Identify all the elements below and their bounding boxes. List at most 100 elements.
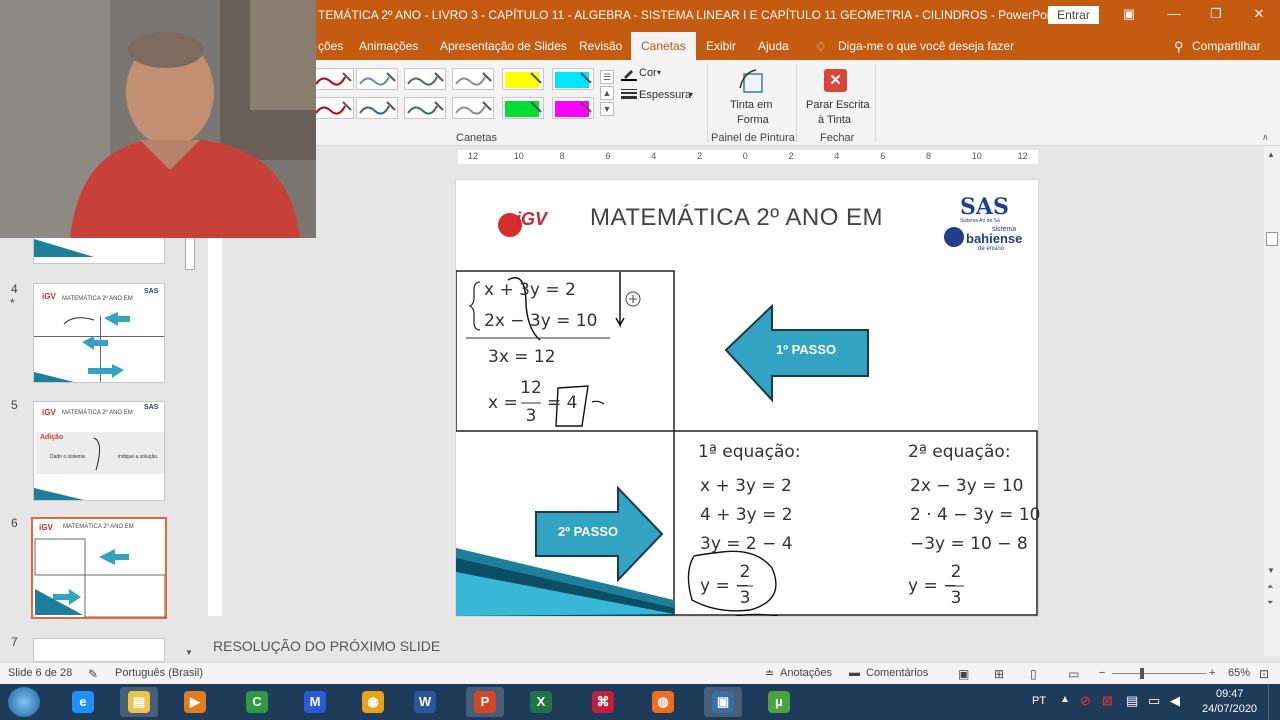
gallery-more-icon[interactable]: ☰ [600, 70, 614, 84]
pen-swatch[interactable] [452, 97, 494, 119]
maximize-icon[interactable]: ❐ [1208, 6, 1224, 22]
ink-to-shape-label-2[interactable]: Forma [737, 114, 769, 126]
camtasia-taskbar-icon[interactable]: C [238, 687, 276, 717]
editor-scrollbar[interactable]: ▲ ▼ ⏶ ⏷ [1264, 146, 1280, 656]
language-indicator[interactable]: Português (Brasil) [115, 667, 203, 679]
notes-icon[interactable]: ≐ [765, 667, 774, 680]
tab-insert[interactable]: ções [318, 39, 343, 53]
pen-swatch[interactable] [312, 68, 354, 90]
pen-swatch[interactable] [452, 68, 494, 90]
minimize-icon[interactable]: — [1166, 6, 1182, 22]
close-icon[interactable]: ✕ [1251, 6, 1267, 22]
ink-to-shape-icon[interactable] [738, 68, 766, 96]
thumbnail-slide-4[interactable]: MATEMÁTICA 2º ANO EM iGV SAS [33, 283, 165, 383]
alert-icon[interactable]: ⊠ [1102, 693, 1113, 709]
spellcheck-icon[interactable]: ✎ [88, 667, 98, 681]
file-explorer-taskbar-icon[interactable]: ▤ [120, 687, 158, 717]
tray-expand-icon[interactable]: ▲ [1060, 694, 1070, 705]
bahiense-logo-ensino: de ensino [978, 246, 1005, 252]
pen-swatch[interactable] [356, 68, 398, 90]
share-button[interactable]: Compartilhar [1192, 39, 1261, 53]
pen-swatch[interactable] [312, 97, 354, 119]
thickness-dropdown[interactable]: Espessura [639, 89, 691, 101]
tab-help[interactable]: Ajuda [758, 39, 789, 53]
comments-toggle[interactable]: Comentários [866, 667, 928, 679]
windows-taskbar: e ▤ ▶ C M ◉ W P X ⌘ ◍ ▣ μ PT ▲ ⊘ ⊠ ▤ ▭ ◀ 09:47 24/07… [0, 684, 1280, 720]
tab-slideshow[interactable]: Apresentação de Slides [440, 39, 567, 53]
stop-inking-label-1[interactable]: Parar Escrita [806, 99, 870, 111]
thumbnail-slide-6-selected[interactable]: MATEMÁTICA 2º ANO EM iGV [31, 517, 167, 619]
collapse-ribbon-icon[interactable]: ∧ [1262, 132, 1269, 143]
sign-in-button[interactable]: Entrar [1048, 6, 1099, 24]
thumbnail-scrollbar[interactable]: ▼ [184, 230, 196, 662]
scroll-down-icon[interactable]: ▼ [185, 648, 193, 657]
reading-view-icon[interactable]: ▯ [1030, 667, 1037, 681]
thumbnail-slide-5[interactable]: MATEMÁTICA 2º ANO EM iGV SAS Adição Dado… [33, 401, 165, 501]
pen-swatch[interactable] [502, 68, 544, 90]
mindmeister-taskbar-icon[interactable]: ⌘ [584, 687, 622, 717]
powerpoint-taskbar-icon[interactable]: P [466, 687, 504, 717]
zoom-in-icon[interactable]: + [1209, 667, 1215, 679]
tell-me-search[interactable]: Diga-me o que você deseja fazer [838, 39, 1014, 53]
notes-text[interactable]: RESOLUÇÃO DO PRÓXIMO SLIDE [213, 638, 440, 654]
thumbnail-slide-7[interactable] [33, 638, 165, 662]
comments-icon[interactable]: ▬ [849, 667, 860, 679]
tab-animations[interactable]: Animações [359, 39, 418, 53]
normal-view-icon[interactable]: ▣ [958, 667, 969, 681]
scroll-down-icon[interactable]: ▼ [1267, 566, 1275, 575]
internet-explorer-taskbar-icon[interactable]: e [64, 687, 102, 717]
pen-swatch[interactable] [552, 68, 594, 90]
bahiense-logo: bahiense [966, 231, 1023, 246]
pen-swatch[interactable] [404, 68, 446, 90]
utorrent-taskbar-icon[interactable]: μ [760, 687, 798, 717]
excel-taskbar-icon[interactable]: X [522, 687, 560, 717]
notes-toggle[interactable]: Anotações [780, 667, 832, 679]
slide-counter[interactable]: Slide 6 de 28 [8, 667, 72, 679]
zoom-level[interactable]: 65% [1228, 667, 1250, 679]
pens-group-label: Canetas [456, 132, 497, 144]
tab-pens[interactable]: Canetas [631, 32, 696, 60]
clock-date[interactable]: 24/07/2020 [1202, 703, 1257, 715]
zoom-slider-thumb[interactable] [1140, 668, 1144, 679]
tab-view[interactable]: Exibir [706, 39, 736, 53]
input-language[interactable]: PT [1032, 695, 1046, 707]
slide-sorter-icon[interactable]: ⊞ [994, 667, 1004, 681]
ink-to-shape-label-1[interactable]: Tinta em [730, 99, 772, 111]
pen-swatch[interactable] [552, 97, 594, 119]
show-desktop-button[interactable] [1268, 684, 1280, 720]
chrome-taskbar-icon[interactable]: ◉ [354, 687, 392, 717]
antivirus-icon[interactable]: ⊘ [1080, 693, 1091, 709]
stop-inking-label-2[interactable]: à Tinta [818, 114, 851, 126]
battery-icon[interactable]: ▭ [1148, 693, 1160, 709]
word-taskbar-icon[interactable]: W [406, 687, 444, 717]
device-icon[interactable]: ▤ [1126, 693, 1138, 709]
media-player-taskbar-icon[interactable]: ▶ [176, 687, 214, 717]
thickness-icon[interactable] [621, 88, 637, 102]
previous-slide-icon[interactable]: ⏶ [1267, 582, 1273, 592]
fit-slide-icon[interactable]: ⊡ [1259, 667, 1269, 681]
pen-swatch[interactable] [356, 97, 398, 119]
camtasia-recorder-icon: ▣ [712, 691, 734, 713]
zoom-out-icon[interactable]: − [1099, 667, 1105, 679]
pen-swatch[interactable] [404, 97, 446, 119]
ribbon-display-options-icon[interactable]: ▣ [1121, 6, 1137, 22]
camtasia-recorder-taskbar-icon[interactable]: ▣ [704, 687, 742, 717]
volume-icon[interactable]: ◀ [1170, 693, 1180, 709]
stop-inking-icon[interactable]: ✕ [824, 69, 847, 92]
pen-swatch[interactable] [502, 97, 544, 119]
tab-review[interactable]: Revisão [579, 39, 622, 53]
clock-time[interactable]: 09:47 [1216, 688, 1244, 700]
color-dropdown[interactable]: Cor [639, 67, 657, 79]
malwarebytes-taskbar-icon[interactable]: M [296, 687, 334, 717]
scroll-up-icon[interactable]: ▲ [1267, 150, 1275, 159]
firefox-taskbar-icon[interactable]: ◍ [644, 687, 682, 717]
color-icon[interactable] [621, 67, 637, 81]
notes-pane[interactable]: RESOLUÇÃO DO PRÓXIMO SLIDE [198, 628, 1264, 662]
start-button-icon[interactable] [8, 687, 40, 717]
scrollbar-thumb[interactable] [1266, 232, 1278, 246]
zoom-slider[interactable] [1112, 673, 1206, 674]
next-slide-icon[interactable]: ⏷ [1267, 598, 1273, 608]
slideshow-icon[interactable]: ▭ [1068, 667, 1079, 681]
gallery-up-icon[interactable]: ▲ [600, 86, 614, 100]
gallery-down-icon[interactable]: ▼ [600, 102, 614, 116]
